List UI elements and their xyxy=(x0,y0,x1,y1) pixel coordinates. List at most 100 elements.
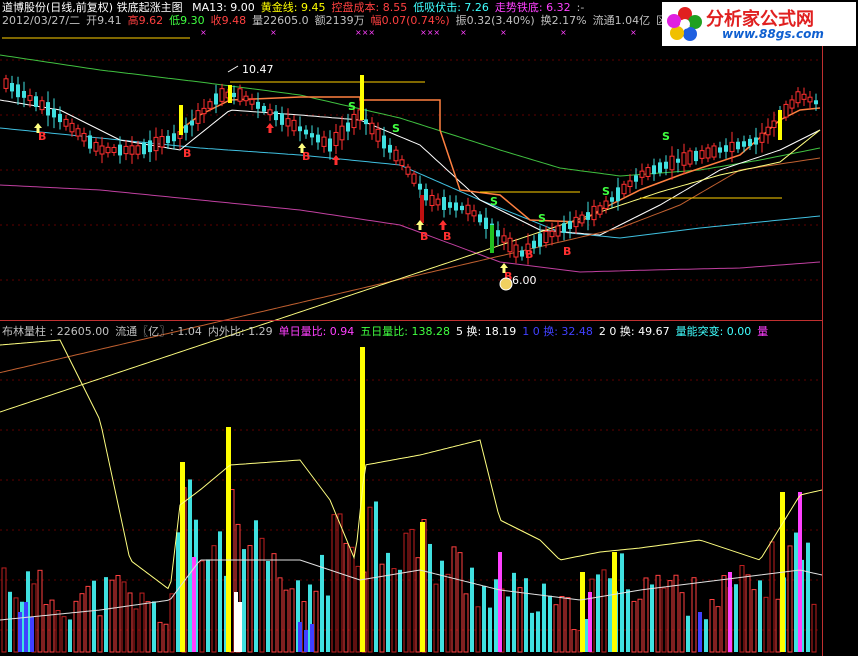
volume-bar xyxy=(626,589,630,652)
candle-up xyxy=(27,95,33,101)
candle-up xyxy=(219,88,225,102)
volume-bar xyxy=(176,532,180,652)
cost-line xyxy=(0,157,821,374)
candle-up xyxy=(351,113,357,129)
volume-field-7: 2 0 换: 49.67 xyxy=(598,325,670,338)
volume-field-4: 五日量比: 138.28 xyxy=(360,325,450,338)
candle-up xyxy=(291,119,297,132)
candle-down xyxy=(142,142,146,155)
highlight-volume-bar xyxy=(30,617,34,652)
candle-down xyxy=(298,126,302,132)
candle-down xyxy=(814,100,818,105)
candle-down xyxy=(10,82,14,92)
indicator-label-5: :- xyxy=(576,1,585,14)
candle-up xyxy=(237,88,243,102)
candle-down xyxy=(184,125,188,133)
volume-bar xyxy=(463,593,469,653)
candle-down xyxy=(262,105,266,112)
volume-spike xyxy=(360,347,365,652)
ohlc-field-0: 2012/03/27/二 xyxy=(2,14,81,27)
volume-bar xyxy=(379,563,385,653)
volume-field-5: 5 换: 18.19 xyxy=(456,325,517,338)
candle-up xyxy=(63,118,69,127)
candle-up xyxy=(603,200,609,209)
volume-bar xyxy=(673,574,679,653)
highlight-volume-bar xyxy=(192,557,196,652)
highlight-volume-bar xyxy=(498,552,502,652)
candle-down xyxy=(460,205,464,211)
signal-candle xyxy=(778,110,782,140)
volume-bar xyxy=(145,601,151,653)
candle-down xyxy=(148,140,152,153)
ohlc-field-4: 收9.48 xyxy=(210,14,247,27)
candle-up xyxy=(543,230,549,244)
candle-up xyxy=(243,95,249,102)
volume-bar xyxy=(488,607,492,652)
volume-bar xyxy=(289,588,295,653)
candle-down xyxy=(568,221,572,229)
volume-bar xyxy=(512,572,516,652)
low-price-label: 6.00 xyxy=(512,274,537,287)
volume-bar xyxy=(271,553,277,653)
candle-up xyxy=(771,120,777,129)
volume-bar xyxy=(620,553,624,652)
sell-signal-4: S xyxy=(662,130,670,143)
indicator-label-0: MA13: 9.00 xyxy=(192,1,255,14)
highlight-volume-bar xyxy=(304,630,308,652)
volume-bar xyxy=(763,596,769,653)
candle-down xyxy=(520,250,524,257)
sell-signal-2: S xyxy=(490,195,498,208)
volume-field-8: 量能突变: 0.00 xyxy=(675,325,752,338)
candle-down xyxy=(52,108,56,118)
volume-bar xyxy=(157,621,163,653)
candle-up xyxy=(621,183,627,195)
sell-signal-5: S xyxy=(602,185,610,198)
panel-divider[interactable] xyxy=(0,320,822,321)
candle-down xyxy=(538,233,542,247)
event-mark-3: ××× xyxy=(420,28,441,37)
volume-bar xyxy=(806,542,810,652)
volume-bar xyxy=(542,583,546,652)
highlight-volume-bar xyxy=(588,592,592,652)
stock-title: 道博股份(日线,前复权) 铁底起涨主图 xyxy=(2,1,183,14)
volume-bar xyxy=(536,611,540,652)
candle-down xyxy=(424,188,428,201)
volume-bar xyxy=(133,608,139,653)
volume-bar xyxy=(734,584,738,652)
candle-down xyxy=(382,135,386,149)
volume-bar xyxy=(445,573,451,653)
candle-up xyxy=(555,225,561,237)
chart-window[interactable]: B B B B B B B B S S S S S S 10.47 6.00 道博股份(日线,前复权) 铁底起… xyxy=(0,0,858,656)
volume-field-9: 量 xyxy=(757,325,769,338)
volume-bar xyxy=(655,574,661,653)
volume-bar xyxy=(68,619,72,652)
candle-up xyxy=(267,109,273,116)
volume-bar xyxy=(433,583,439,653)
volume-bar xyxy=(530,612,534,652)
candle-down xyxy=(496,230,500,237)
buy-signal-6: B xyxy=(525,248,533,261)
volume-bar xyxy=(61,616,67,653)
candle-up xyxy=(39,100,45,111)
candle-down xyxy=(190,120,194,126)
candle-up xyxy=(639,170,645,178)
candle-down xyxy=(748,138,752,147)
volume-bar xyxy=(8,591,12,652)
volume-bar xyxy=(254,520,258,652)
up-arrow-icon xyxy=(439,220,447,230)
candle-up xyxy=(507,237,513,253)
volume-field-0: 布林量柱 : 22605.00 xyxy=(2,325,110,338)
candle-up xyxy=(81,132,87,142)
volume-bar xyxy=(398,569,402,652)
candle-down xyxy=(88,135,92,149)
candle-down xyxy=(364,119,368,125)
volume-bar xyxy=(320,554,324,652)
candle-up xyxy=(513,244,519,258)
candle-up xyxy=(285,118,291,127)
volume-bar xyxy=(751,589,757,653)
candle-down xyxy=(22,90,26,98)
highlight-volume-bar xyxy=(238,602,242,652)
candle-down xyxy=(442,197,446,210)
volume-bar xyxy=(206,559,210,652)
logo-flower-icon xyxy=(667,7,702,41)
